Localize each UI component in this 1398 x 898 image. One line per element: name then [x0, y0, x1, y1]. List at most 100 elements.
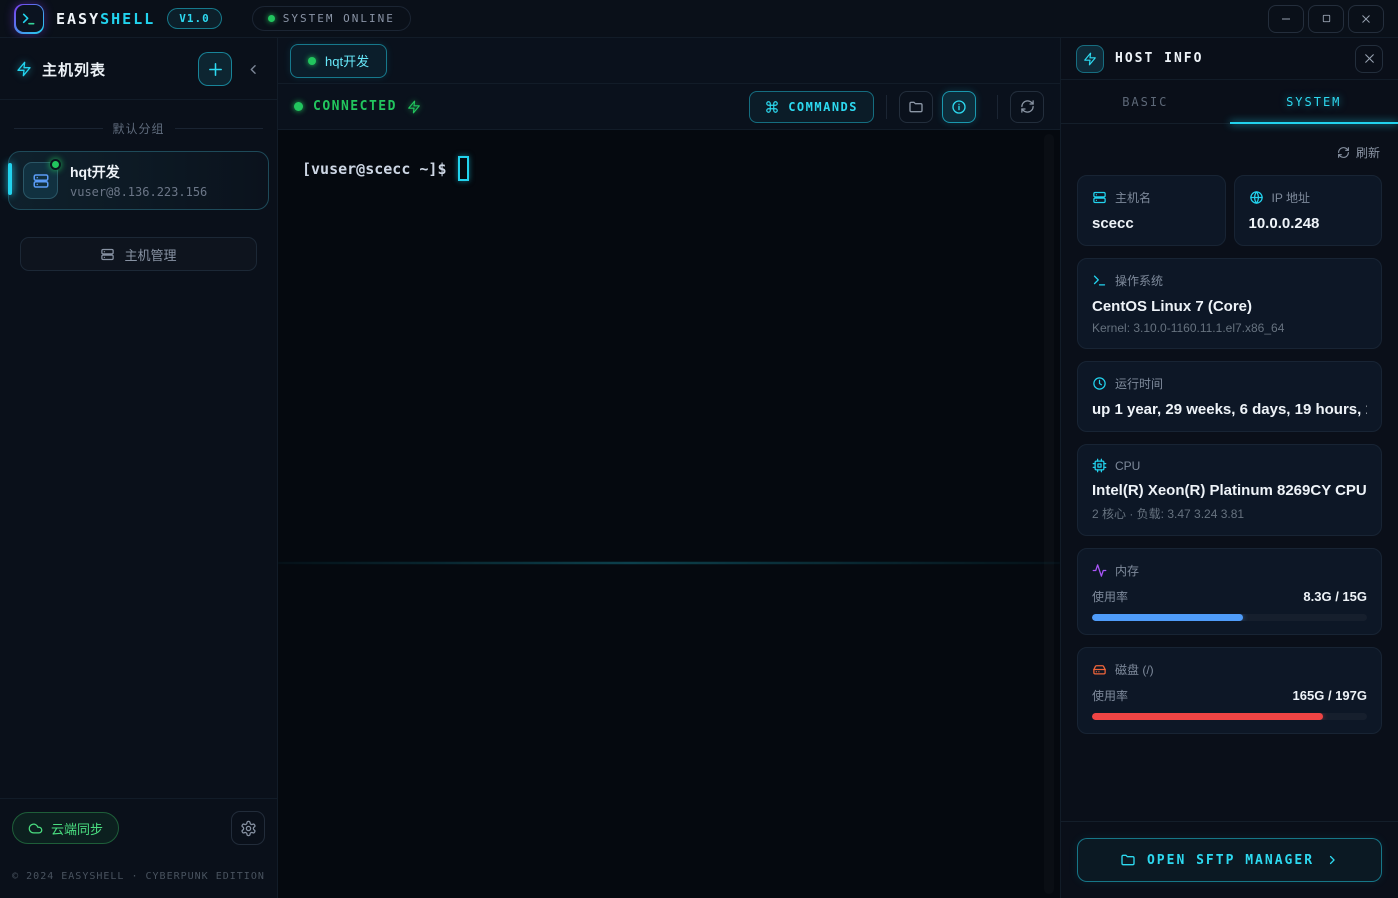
terminal-toolbar: COMMANDS — [749, 91, 1044, 123]
tab-basic[interactable]: BASIC — [1061, 80, 1230, 123]
plus-icon — [207, 61, 224, 78]
cloud-sync-label: 云端同步 — [51, 819, 103, 838]
app-footer-text: © 2024 EASYSHELL · CYBERPUNK EDITION — [0, 857, 277, 898]
terminal-screen[interactable]: [vuser@scecc ~]$ — [278, 130, 1060, 898]
command-icon — [765, 100, 779, 114]
bolt-icon — [16, 61, 32, 77]
refresh-info-button[interactable]: 刷新 — [1077, 144, 1380, 161]
kernel-detail: Kernel: 3.10.0-1160.11.1.el7.x86_64 — [1092, 321, 1367, 335]
tab-label: hqt开发 — [325, 51, 369, 70]
host-item-hqt[interactable]: hqt开发 vuser@8.136.223.156 — [8, 151, 269, 210]
sidebar-bottom: 云端同步 © 2024 EASYSHELL · CYBERPUNK EDITIO… — [0, 798, 277, 898]
gear-icon — [240, 820, 257, 837]
system-online-badge: SYSTEM ONLINE — [252, 6, 411, 31]
file-browser-button[interactable] — [899, 91, 933, 123]
cpu-load-detail: 2 核心 · 负载: 3.47 3.24 3.81 — [1092, 505, 1367, 522]
version-badge: V1.0 — [167, 8, 222, 29]
chevron-right-icon — [1325, 853, 1339, 867]
open-sftp-button[interactable]: OPEN SFTP MANAGER — [1077, 838, 1382, 882]
terminal-scrollbar[interactable] — [1044, 134, 1054, 894]
os-label: 操作系统 — [1115, 272, 1163, 289]
crt-scanline — [278, 562, 1060, 564]
terminal-logo-icon — [16, 5, 43, 32]
refresh-icon — [1020, 99, 1035, 114]
brand-primary: EASY — [56, 10, 100, 28]
tab-system[interactable]: SYSTEM — [1230, 80, 1398, 123]
clock-icon — [1092, 376, 1107, 391]
cpu-label: CPU — [1115, 459, 1140, 473]
memory-usage-label: 使用率 — [1092, 588, 1128, 605]
maximize-button[interactable] — [1308, 5, 1344, 33]
ip-value: 10.0.0.248 — [1249, 215, 1368, 232]
connection-status: CONNECTED — [294, 99, 421, 114]
group-divider: 默认分组 — [14, 120, 263, 137]
online-status-dot — [268, 15, 275, 22]
disk-card: 磁盘 (/) 使用率 165G / 197G — [1077, 647, 1382, 734]
session-tab-hqt[interactable]: hqt开发 — [290, 44, 387, 78]
window-controls — [1268, 5, 1384, 33]
host-info-tabs: BASIC SYSTEM — [1061, 80, 1398, 124]
hostname-label: 主机名 — [1115, 189, 1151, 206]
active-host-accent-bar — [8, 163, 12, 195]
info-icon — [951, 99, 967, 115]
open-sftp-label: OPEN SFTP MANAGER — [1147, 853, 1314, 868]
cloud-sync-button[interactable]: 云端同步 — [12, 812, 119, 844]
close-icon — [1363, 52, 1376, 65]
host-info-title: HOST INFO — [1115, 51, 1203, 66]
server-small-icon — [100, 247, 115, 262]
host-item-text: hqt开发 vuser@8.136.223.156 — [70, 162, 207, 199]
host-list-title: 主机列表 — [42, 59, 106, 80]
hostname-card: 主机名 scecc — [1077, 175, 1226, 246]
host-address: vuser@8.136.223.156 — [70, 185, 207, 199]
cpu-card: CPU Intel(R) Xeon(R) Platinum 8269CY CPU… — [1077, 444, 1382, 536]
server-icon — [1092, 190, 1107, 205]
toolbar-separator — [997, 95, 998, 119]
uptime-card: 运行时间 up 1 year, 29 weeks, 6 days, 19 hou… — [1077, 361, 1382, 432]
memory-progress-fill — [1092, 614, 1243, 621]
memory-label: 内存 — [1115, 562, 1139, 579]
server-icon — [23, 162, 58, 199]
session-tabbar: hqt开发 — [278, 38, 1060, 84]
system-info-content: 刷新 主机名 scecc IP 地址 — [1061, 124, 1398, 821]
host-name: hqt开发 — [70, 162, 207, 182]
sidebar-header: 主机列表 — [0, 38, 277, 100]
collapse-sidebar-button[interactable] — [246, 62, 261, 77]
os-card: 操作系统 CentOS Linux 7 (Core) Kernel: 3.10.… — [1077, 258, 1382, 349]
host-manage-button[interactable]: 主机管理 — [20, 237, 257, 271]
disk-progress-fill — [1092, 713, 1323, 720]
uptime-label: 运行时间 — [1115, 375, 1163, 392]
settings-button[interactable] — [231, 811, 265, 845]
activity-pulse-icon — [1092, 563, 1107, 578]
host-manage-label: 主机管理 — [124, 245, 176, 264]
disk-usage-value: 165G / 197G — [1293, 688, 1367, 703]
close-panel-button[interactable] — [1355, 45, 1383, 73]
commands-button[interactable]: COMMANDS — [749, 91, 874, 123]
app-window: EASYSHELL V1.0 SYSTEM ONLINE 主机列表 — [0, 0, 1398, 898]
titlebar: EASYSHELL V1.0 SYSTEM ONLINE — [0, 0, 1398, 38]
group-label: 默认分组 — [113, 120, 165, 137]
disk-label: 磁盘 (/) — [1115, 661, 1154, 678]
app-logo — [14, 4, 44, 34]
disk-progress-track — [1092, 713, 1367, 720]
main-area: hqt开发 CONNECTED COMMANDS — [278, 38, 1060, 898]
add-host-button[interactable] — [198, 52, 232, 86]
chevron-left-icon — [246, 62, 261, 77]
reconnect-button[interactable] — [1010, 91, 1044, 123]
panel-footer: OPEN SFTP MANAGER — [1061, 821, 1398, 898]
host-info-toggle-button[interactable] — [942, 91, 976, 123]
cloud-icon — [28, 821, 43, 836]
toolbar-separator — [886, 95, 887, 119]
os-value: CentOS Linux 7 (Core) — [1092, 298, 1367, 315]
cpu-value: Intel(R) Xeon(R) Platinum 8269CY CPU ... — [1092, 482, 1367, 499]
terminal-prompt-line: [vuser@scecc ~]$ — [302, 156, 1060, 181]
app-title: EASYSHELL — [56, 10, 155, 28]
disk-usage-label: 使用率 — [1092, 687, 1128, 704]
system-online-label: SYSTEM ONLINE — [283, 12, 395, 25]
close-window-button[interactable] — [1348, 5, 1384, 33]
memory-usage-value: 8.3G / 15G — [1303, 589, 1367, 604]
sidebar-title: 主机列表 — [16, 59, 106, 80]
host-info-header: HOST INFO — [1061, 38, 1398, 80]
uptime-value: up 1 year, 29 weeks, 6 days, 19 hours, 1… — [1092, 401, 1367, 418]
minimize-button[interactable] — [1268, 5, 1304, 33]
memory-card: 内存 使用率 8.3G / 15G — [1077, 548, 1382, 635]
